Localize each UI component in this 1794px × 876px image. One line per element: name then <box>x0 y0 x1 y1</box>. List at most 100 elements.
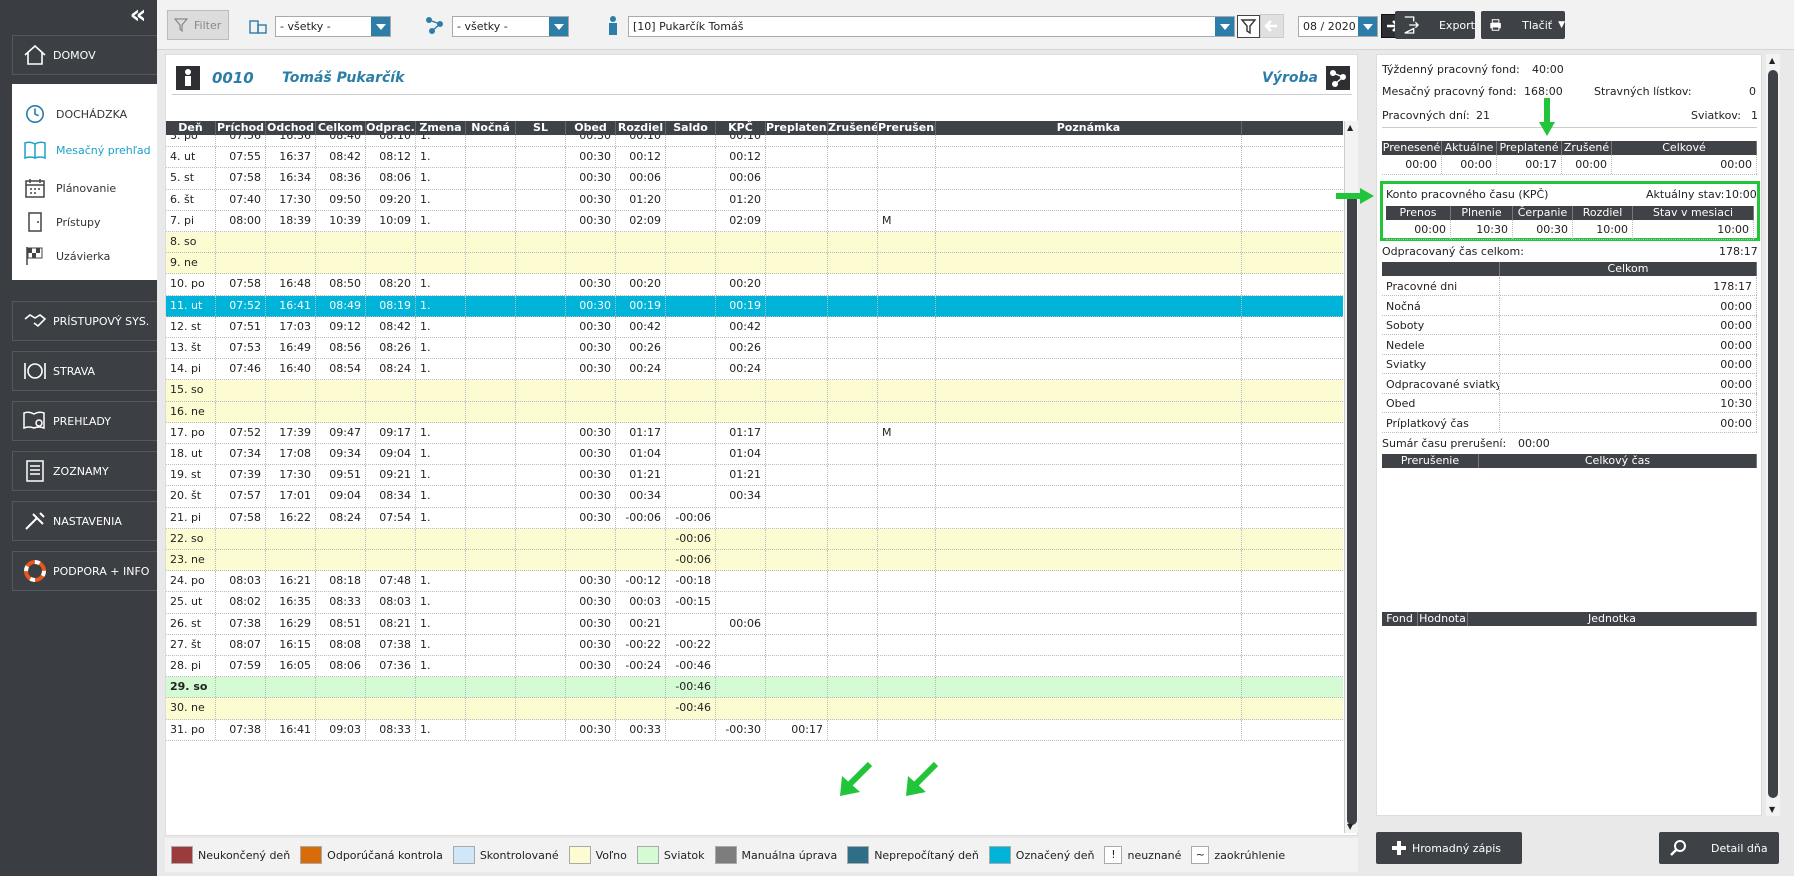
table-cell <box>828 677 878 698</box>
employee-filter-button[interactable] <box>1237 15 1260 38</box>
column-header[interactable]: Príchod <box>216 121 266 135</box>
nav-domov[interactable]: DOMOV <box>12 35 157 75</box>
day-detail-button[interactable]: Detail dňa <box>1659 832 1779 864</box>
column-header[interactable]: Poznámka <box>936 121 1242 135</box>
column-header[interactable]: SL <box>516 121 566 135</box>
nav-strava[interactable]: STRAVA <box>12 351 157 391</box>
table-row[interactable]: 10. po 07:58 16:48 08:50 08:20 1. 00:30 00:20 00… <box>166 274 1343 296</box>
table-row[interactable]: 15. so <box>166 380 1343 402</box>
column-header[interactable]: Deň <box>166 121 216 135</box>
print-button[interactable]: Tlačiť ▼ <box>1481 11 1565 39</box>
table-cell: 00:30 <box>566 316 616 337</box>
department-select[interactable]: - všetky - <box>452 16 569 37</box>
department-icon[interactable] <box>1326 66 1350 90</box>
scroll-down-icon[interactable]: ▼ <box>1769 805 1775 814</box>
column-header[interactable]: Nočná <box>466 121 516 135</box>
table-row[interactable]: 26. st 07:38 16:29 08:51 08:21 1. 00:30 00:21 00… <box>166 613 1343 635</box>
table-cell <box>828 210 878 231</box>
column-header[interactable]: Preplatené <box>766 121 828 135</box>
table-row[interactable]: 4. ut 07:55 16:37 08:42 08:12 1. 00:30 00:12 00:… <box>166 147 1343 169</box>
chevron-down-icon[interactable] <box>549 17 568 36</box>
column-header[interactable]: Rozdiel <box>616 121 666 135</box>
table-row[interactable]: 19. st 07:39 17:30 09:51 09:21 1. 00:30 01:21 01… <box>166 465 1343 487</box>
table-cell <box>516 444 566 465</box>
table-row[interactable]: 6. št 07:40 17:30 09:50 09:20 1. 00:30 01:20 01:… <box>166 189 1343 211</box>
table-row[interactable]: 29. so -00:46 <box>166 677 1343 699</box>
chevron-down-icon[interactable] <box>371 17 390 36</box>
scrollbar-thumb[interactable] <box>1347 195 1357 825</box>
table-row[interactable]: 30. ne -00:46 <box>166 698 1343 720</box>
table-cell <box>666 168 716 189</box>
nav-mesacny-prehlad[interactable]: Mesačný prehľad <box>12 134 157 166</box>
prev-month-button[interactable] <box>1260 14 1284 38</box>
table-cell <box>366 232 416 253</box>
nav-pristupy[interactable]: Prístupy <box>12 206 157 238</box>
column-header[interactable]: Obed <box>566 121 616 135</box>
nav-zoznamy[interactable]: ZOZNAMY <box>12 451 157 491</box>
table-row[interactable]: 23. ne -00:06 <box>166 550 1343 572</box>
nav-prehlady[interactable]: PREHĽADY <box>12 401 157 441</box>
table-row[interactable]: 14. pi 07:46 16:40 08:54 08:24 1. 00:30 00:24 00… <box>166 359 1343 381</box>
table-row[interactable]: 17. po 07:52 17:39 09:47 09:17 1. 00:30 01:17 01… <box>166 422 1343 444</box>
nav-nastavenia[interactable]: NASTAVENIA <box>12 501 157 541</box>
scrollbar-thumb[interactable] <box>1768 70 1778 798</box>
column-header[interactable]: Prerušenia <box>878 121 936 135</box>
table-row[interactable]: 22. so -00:06 <box>166 528 1343 550</box>
company-select[interactable]: - všetky - <box>275 16 391 37</box>
nav-label: Plánovanie <box>56 181 117 195</box>
table-row[interactable]: 16. ne <box>166 401 1343 423</box>
table-row[interactable]: 9. ne <box>166 253 1343 275</box>
column-header[interactable]: KPČ <box>716 121 766 135</box>
scroll-up-icon[interactable]: ▲ <box>1347 123 1353 132</box>
period-select[interactable]: 08 / 2020 <box>1298 16 1378 37</box>
table-row[interactable]: 20. št 07:57 17:01 09:04 08:34 1. 00:30 00:34 00… <box>166 486 1343 508</box>
nav-planovanie[interactable]: Plánovanie <box>12 172 157 204</box>
employee-select[interactable]: [10] Pukarčík Tomáš <box>628 16 1235 37</box>
table-row[interactable]: 11. ut 07:52 16:41 08:49 08:19 1. 00:30 00:19 00… <box>166 295 1343 317</box>
table-row[interactable]: 7. pi 08:00 18:39 10:39 10:09 1. 00:30 02:09 02:… <box>166 210 1343 232</box>
scroll-down-icon[interactable]: ▼ <box>1347 822 1353 831</box>
bulk-entry-button[interactable]: Hromadný zápis <box>1376 832 1522 864</box>
scroll-up-icon[interactable]: ▲ <box>1769 56 1775 65</box>
table-cell <box>878 147 936 168</box>
annotation-arrow-icon <box>906 762 939 796</box>
table-row[interactable]: 25. ut 08:02 16:35 08:33 08:03 1. 00:30 00:03 -0… <box>166 592 1343 614</box>
legend-item: Označený deň <box>988 846 1094 864</box>
table-row[interactable]: 12. st 07:51 17:03 09:12 08:42 1. 00:30 00:42 00… <box>166 316 1343 338</box>
nav-dochadzka[interactable]: DOCHÁDZKA <box>12 98 157 130</box>
table-scrollbar[interactable]: ▲ ▼ <box>1344 121 1358 833</box>
summary-scrollbar[interactable]: ▲ ▼ <box>1766 54 1780 816</box>
export-button[interactable]: Export <box>1395 11 1475 39</box>
nav-label: Mesačný prehľad <box>56 143 151 157</box>
table-row[interactable]: 5. st 07:58 16:34 08:36 08:06 1. 00:30 00:06 00:… <box>166 168 1343 190</box>
table-row[interactable]: 3. po 07:56 16:36 08:40 08:10 1. 00:30 00:10 00:… <box>166 135 1343 148</box>
caret-down-icon[interactable]: ▼ <box>1558 20 1565 30</box>
table-cell <box>936 719 1242 740</box>
nav-uzavierka[interactable]: Uzávierka <box>12 240 157 272</box>
nav-pristupovy-sys[interactable]: PRÍSTUPOVÝ SYS. <box>12 301 157 341</box>
table-row[interactable]: 24. po 08:03 16:21 08:18 07:48 1. 00:30 -00:12-… <box>166 571 1343 593</box>
collapse-sidebar-icon[interactable]: « <box>126 2 150 28</box>
nav-podpora[interactable]: PODPORA + INFO <box>12 551 157 591</box>
table-row[interactable]: 31. po 07:38 16:41 09:03 08:33 1. 00:30 00:33 -0… <box>166 719 1343 741</box>
column-header[interactable]: Zrušené <box>828 121 878 135</box>
mini-header-cell: Zrušené <box>1562 141 1612 155</box>
table-cell <box>516 698 566 719</box>
table-cell <box>516 189 566 210</box>
table-cell <box>616 232 666 253</box>
table-row[interactable]: 27. št 08:07 16:15 08:08 07:38 1. 00:30 -00:22-… <box>166 634 1343 656</box>
table-row[interactable]: 18. ut 07:34 17:08 09:34 09:04 1. 00:30 01:04 01… <box>166 444 1343 466</box>
table-row[interactable]: 28. pi 07:59 16:05 08:06 07:36 1. 00:30 -00:24-… <box>166 656 1343 678</box>
column-header[interactable]: Zmena <box>416 121 466 135</box>
column-header[interactable]: Odchod <box>266 121 316 135</box>
chevron-down-icon[interactable] <box>1358 17 1377 36</box>
filter-button[interactable]: Filter <box>167 10 229 40</box>
table-row[interactable]: 21. pi 07:58 16:22 08:24 07:54 1. 00:30 -00:06-… <box>166 507 1343 529</box>
table-row[interactable]: 8. so <box>166 232 1343 254</box>
column-header[interactable]: Saldo <box>666 121 716 135</box>
column-header[interactable]: Celkom <box>316 121 366 135</box>
column-header[interactable]: Odprac. <box>366 121 416 135</box>
table-row[interactable]: 13. št 07:53 16:49 08:56 08:26 1. 00:30 00:26 00… <box>166 338 1343 360</box>
mini-header-cell: Plnenie <box>1451 206 1513 220</box>
chevron-down-icon[interactable] <box>1215 17 1234 36</box>
